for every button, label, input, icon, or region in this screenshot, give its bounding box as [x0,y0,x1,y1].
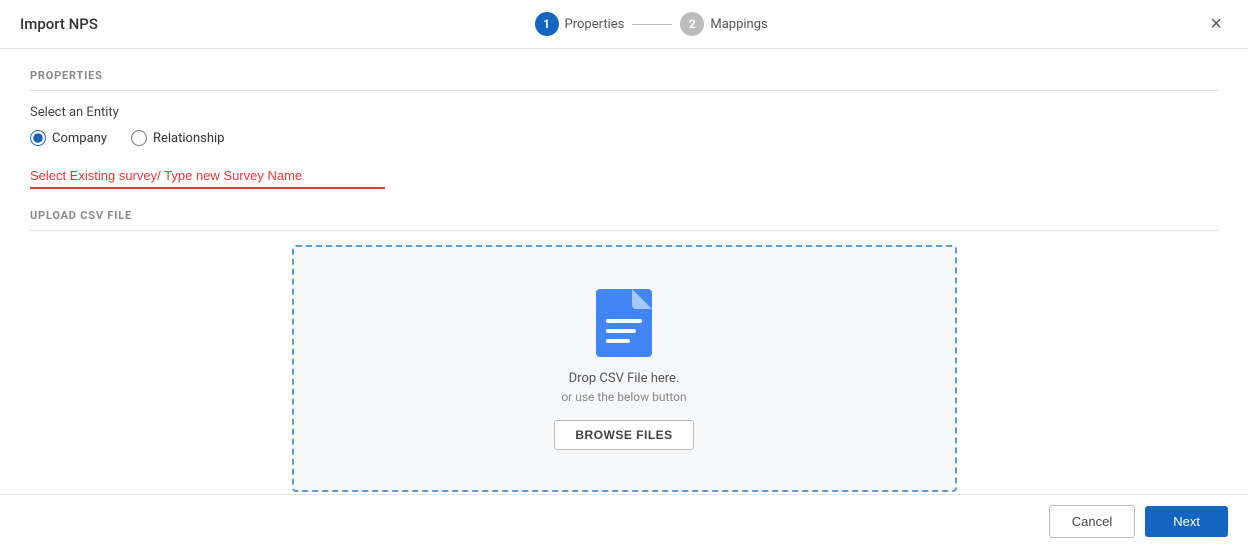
step-2-label: Mappings [710,17,767,32]
radio-relationship[interactable]: Relationship [131,130,224,146]
modal-body: PROPERTIES Select an Entity Company Rela… [0,49,1248,494]
modal-footer: Cancel Next [0,494,1248,548]
radio-relationship-label: Relationship [153,131,224,146]
radio-group: Company Relationship [30,130,1218,146]
drop-text-main: Drop CSV File here. [569,371,680,386]
modal-title: Import NPS [20,15,98,33]
radio-company-label: Company [52,131,107,146]
properties-section-title: PROPERTIES [30,69,1218,82]
step-1: 1 Properties [535,12,625,36]
drop-text-sub: or use the below button [561,390,686,404]
properties-divider [30,90,1218,91]
upload-drop-area[interactable]: Drop CSV File here. or use the below but… [292,245,957,492]
close-button[interactable]: × [1204,12,1228,36]
upload-section-title: UPLOAD CSV FILE [30,209,1218,222]
radio-company[interactable]: Company [30,130,107,146]
modal-header: Import NPS 1 Properties 2 Mappings × [0,0,1248,49]
step-2-circle: 2 [680,12,704,36]
step-1-circle: 1 [535,12,559,36]
step-2: 2 Mappings [680,12,767,36]
browse-files-button[interactable]: BROWSE FILES [554,420,693,450]
stepper: 1 Properties 2 Mappings [535,12,768,36]
step-connector [632,24,672,25]
properties-section: PROPERTIES Select an Entity Company Rela… [30,69,1218,209]
upload-divider [30,230,1218,231]
modal: Import NPS 1 Properties 2 Mappings × [0,0,1248,548]
entity-label: Select an Entity [30,105,1218,120]
next-button[interactable]: Next [1145,506,1228,537]
radio-relationship-input[interactable] [131,130,147,146]
modal-overlay: Import NPS 1 Properties 2 Mappings × [0,0,1248,548]
survey-name-input[interactable] [30,164,385,189]
step-1-label: Properties [565,17,625,32]
close-icon: × [1210,13,1222,35]
radio-company-input[interactable] [30,130,46,146]
cancel-button[interactable]: Cancel [1049,505,1135,538]
upload-section: UPLOAD CSV FILE Drop CSV File here. or u… [30,209,1218,492]
file-icon [594,287,654,359]
